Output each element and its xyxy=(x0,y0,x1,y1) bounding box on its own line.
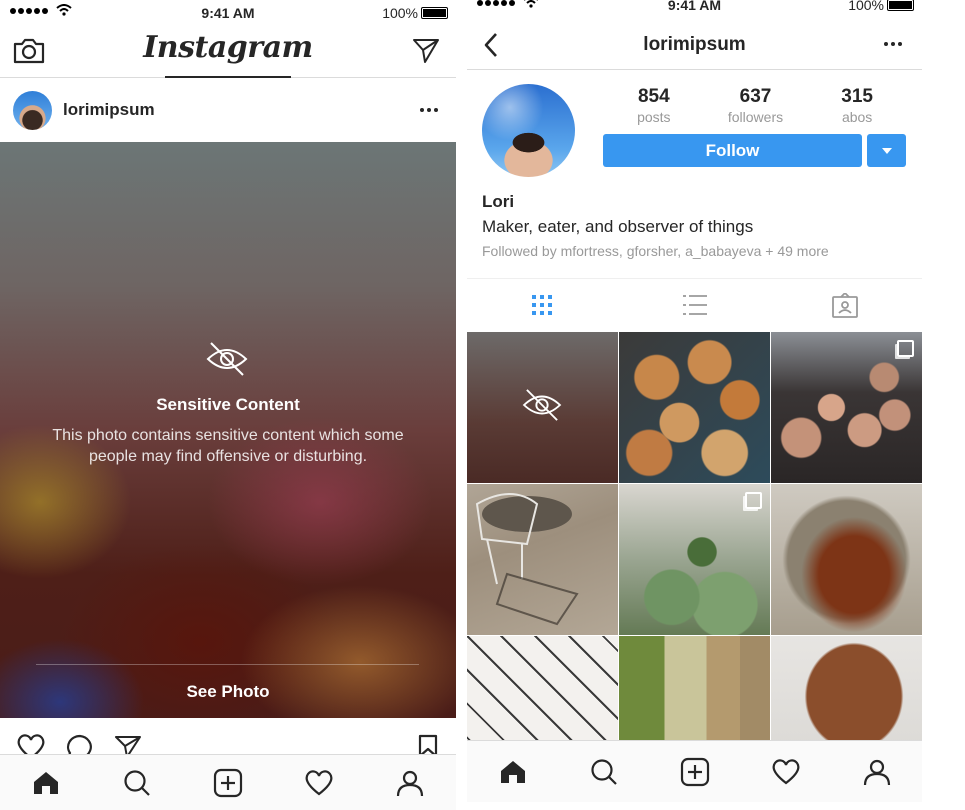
grid-photo-group-selfie[interactable] xyxy=(771,332,922,483)
status-bar: 9:41 AM 100% xyxy=(467,0,922,18)
stat-value: 854 xyxy=(637,86,670,107)
divider xyxy=(36,664,419,665)
see-photo-button[interactable]: See Photo xyxy=(0,682,456,702)
grid-photo-stool[interactable] xyxy=(771,636,922,748)
search-icon xyxy=(124,769,150,796)
profile-bio: Maker, eater, and observer of things xyxy=(482,217,754,236)
tab-profile[interactable] xyxy=(857,752,897,792)
follow-dropdown-button[interactable] xyxy=(867,134,906,167)
tab-home[interactable] xyxy=(26,763,66,803)
stat-label: abos xyxy=(841,109,873,125)
tab-profile[interactable] xyxy=(390,763,430,803)
tab-activity[interactable] xyxy=(766,752,806,792)
battery-icon xyxy=(421,7,448,19)
tab-search[interactable] xyxy=(584,752,624,792)
profile-name: Lori xyxy=(482,192,515,211)
tab-add[interactable] xyxy=(208,763,248,803)
profile-view-tabs xyxy=(467,278,922,332)
followed-by[interactable]: Followed by mfortress, gforsher, a_babay… xyxy=(482,243,829,259)
profile-stats: 854 posts 637 followers 315 abos xyxy=(603,86,908,125)
stat-value: 315 xyxy=(841,86,873,107)
status-bar: 9:41 AM 100% xyxy=(0,0,456,26)
grid-photo-food-bowl[interactable] xyxy=(771,484,922,635)
grid-photo-donuts[interactable] xyxy=(619,332,770,483)
tab-add[interactable] xyxy=(675,752,715,792)
battery-percent: 100% xyxy=(848,0,884,13)
profile-header: lorimipsum xyxy=(467,18,922,70)
instagram-logo[interactable]: Instagram xyxy=(0,30,456,65)
battery-percent: 100% xyxy=(382,5,418,21)
search-icon xyxy=(590,758,617,785)
grid-photo-succulents[interactable] xyxy=(619,484,770,635)
photo-grid xyxy=(467,332,922,748)
tab-activity[interactable] xyxy=(299,763,339,803)
profile-screen: 9:41 AM 100% lorimipsum 854 posts 637 fo… xyxy=(467,0,922,810)
direct-message-icon[interactable] xyxy=(412,38,440,64)
multiple-photos-icon xyxy=(897,340,914,357)
stat-following[interactable]: 315 abos xyxy=(812,86,902,125)
sensitive-description: This photo contains sensitive content wh… xyxy=(52,427,404,465)
stat-posts[interactable]: 854 posts xyxy=(609,86,699,125)
sensitive-photo-cover: Sensitive Content This photo contains se… xyxy=(0,142,456,718)
tagged-icon[interactable] xyxy=(831,293,859,319)
battery-icon xyxy=(887,0,914,11)
stat-value: 637 xyxy=(739,86,772,107)
profile-avatar[interactable] xyxy=(482,84,575,177)
feed-screen: 9:41 AM 100% Instagram lorimipsum Sensit… xyxy=(0,0,456,810)
grid-icon[interactable] xyxy=(530,293,554,317)
logo-underline xyxy=(165,76,291,78)
tab-search[interactable] xyxy=(117,763,157,803)
grid-photo-chair[interactable] xyxy=(467,484,618,635)
add-post-icon xyxy=(213,768,243,797)
activity-heart-icon xyxy=(305,769,333,795)
sensitive-title: Sensitive Content xyxy=(156,395,300,414)
activity-heart-icon xyxy=(772,758,799,784)
tab-bar xyxy=(467,740,922,802)
more-dots-icon[interactable] xyxy=(420,108,438,112)
eye-slash-icon xyxy=(206,342,248,376)
stat-followers[interactable]: 637 followers xyxy=(710,86,800,125)
tab-bar xyxy=(0,754,456,810)
post-username[interactable]: lorimipsum xyxy=(63,100,155,120)
post-actions xyxy=(0,718,456,760)
post-header: lorimipsum xyxy=(0,79,456,142)
chair-illustration xyxy=(475,493,579,626)
avatar[interactable] xyxy=(13,91,52,130)
stat-label: posts xyxy=(637,109,671,125)
eye-slash-icon xyxy=(522,389,562,421)
home-icon xyxy=(500,760,525,783)
add-post-icon xyxy=(680,757,709,786)
list-icon[interactable] xyxy=(681,293,709,317)
profile-username-title: lorimipsum xyxy=(643,34,746,55)
more-dots-icon[interactable] xyxy=(884,42,902,46)
follow-button[interactable]: Follow xyxy=(603,134,862,167)
caret-down-icon xyxy=(881,147,892,154)
profile-icon xyxy=(863,759,890,785)
feed-header: Instagram xyxy=(0,26,456,78)
grid-photo-ice-cream[interactable] xyxy=(619,636,770,748)
tab-home[interactable] xyxy=(493,752,533,792)
grid-photo-tiles[interactable] xyxy=(467,636,618,748)
profile-icon xyxy=(397,770,424,796)
home-icon xyxy=(33,771,58,794)
stat-label: followers xyxy=(727,109,784,125)
multiple-photos-icon xyxy=(745,492,762,509)
grid-photo-sensitive[interactable] xyxy=(467,332,618,483)
